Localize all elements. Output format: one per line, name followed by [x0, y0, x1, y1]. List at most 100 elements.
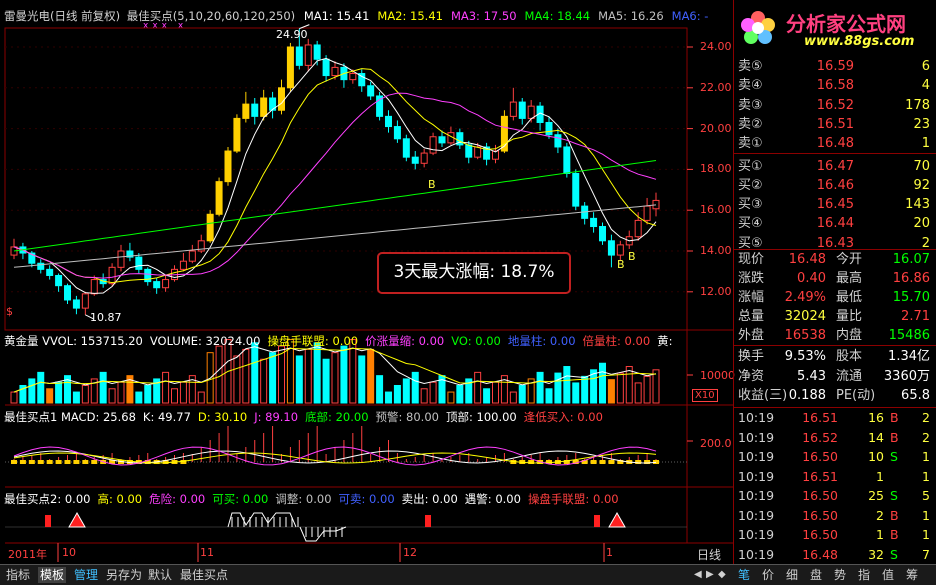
stat-label: 最低	[836, 290, 863, 305]
tick-time: 10:19	[738, 507, 775, 523]
tab-default[interactable]: 默认	[146, 567, 174, 583]
ob-price: 16.51	[816, 116, 854, 132]
candle-up	[260, 97, 268, 117]
candle-up	[286, 46, 294, 89]
volume-bar	[447, 391, 455, 404]
tab-indicator[interactable]: 指标	[4, 567, 32, 583]
tab-template[interactable]: 模板	[38, 567, 67, 583]
ask-row[interactable]: 卖① 16.48 1	[736, 134, 930, 153]
rtab-4[interactable]: 势	[834, 567, 846, 583]
tick-row: 10:19 16.50 1 B 1	[738, 525, 930, 544]
scroll-right-icon[interactable]: ▶	[706, 569, 714, 580]
candle-down	[438, 136, 446, 144]
tab-best-buy[interactable]: 最佳买点	[178, 567, 230, 583]
tick-time: 10:19	[738, 410, 775, 425]
tick-volume: 32	[868, 546, 884, 562]
high-price-label: 24.90	[276, 28, 308, 41]
tick-count: 7	[922, 546, 930, 562]
tab-manage[interactable]: 管理	[72, 567, 100, 583]
rtab-5[interactable]: 指	[858, 567, 870, 583]
bid-row[interactable]: 买① 16.47 70	[736, 157, 930, 176]
site-logo[interactable]: 分析家公式网 www.88gs.com	[738, 4, 932, 54]
kline-chart[interactable]	[0, 0, 736, 564]
signal-hdr-item: 操盘手联盟: 0.00	[527, 492, 619, 506]
volume-bar	[367, 348, 375, 404]
ob-price: 16.47	[816, 158, 854, 174]
period-label[interactable]: 日线	[697, 546, 721, 563]
candle-up	[474, 146, 482, 158]
candle-down	[545, 121, 553, 136]
bid-row[interactable]: 买④ 16.44 20	[736, 214, 930, 233]
volume-bar	[295, 355, 303, 404]
stats-divider-top	[734, 249, 936, 250]
tick-side: S	[890, 449, 898, 464]
bottom-toolbar: 指标 模板 管理 另存为 默认 最佳买点 ◀ ▶ ◆ 笔 价 细 盘 势 指 值…	[0, 564, 936, 585]
volume-axis-label: 10000	[700, 369, 735, 382]
ob-label: 卖②	[738, 116, 763, 132]
candle-down	[599, 226, 606, 242]
tick-side: S	[890, 546, 898, 562]
volume-bar	[634, 382, 642, 404]
candle-down	[402, 138, 410, 158]
volume-hdr-item: VO: 0.00	[451, 334, 501, 348]
rtab-1[interactable]: 价	[762, 567, 774, 583]
volume-bar	[420, 388, 428, 404]
volume-panel-header: 黄金量 VVOL: 153715.20 VOLUME: 32024.00 操盘手联盟…	[4, 334, 673, 348]
rtab-6[interactable]: 值	[882, 567, 894, 583]
tick-side: B	[890, 429, 899, 445]
ob-label: 买④	[738, 216, 763, 232]
stat-label: 最高	[836, 271, 863, 286]
stat-label: PE(动)	[836, 388, 876, 403]
macd-hdr-item: 顶部: 100.00	[445, 410, 517, 424]
volume-bar	[197, 391, 205, 404]
ob-price: 16.59	[816, 59, 854, 74]
ask-row[interactable]: 卖④ 16.58 4	[736, 76, 930, 95]
ask-row[interactable]: 卖③ 16.52 178	[736, 96, 930, 115]
tab-save-as[interactable]: 另存为	[104, 567, 144, 583]
rtab-0[interactable]: 笔	[738, 567, 750, 583]
kdj-dot	[73, 460, 80, 464]
stat-row: 涨跌 0.40 最高 16.86	[736, 270, 930, 288]
volume-bar	[260, 358, 268, 404]
expand-icon[interactable]: ◆	[718, 569, 726, 580]
tick-count: 1	[922, 468, 930, 484]
volume-bar	[652, 369, 660, 404]
price-tick-label: 14.00	[700, 244, 732, 257]
stat-value: 3360万	[883, 368, 930, 384]
candle-down	[465, 144, 473, 158]
bid-row[interactable]: 买② 16.46 92	[736, 176, 930, 195]
volume-bar	[402, 378, 410, 404]
volume-bar	[117, 381, 125, 404]
volume-bar	[55, 381, 63, 404]
volume-bar	[393, 384, 401, 404]
candle-down	[313, 44, 321, 60]
stat-label: 涨跌	[738, 271, 765, 286]
stat-label: 量比	[836, 309, 863, 324]
stat-value: 16538	[784, 328, 826, 343]
stat-row: 外盘 16538 内盘 15486	[736, 327, 930, 345]
bid-row[interactable]: 买③ 16.45 143	[736, 195, 930, 214]
volume-bar	[171, 388, 178, 404]
signal-wave	[299, 526, 347, 542]
scroll-left-icon[interactable]: ◀	[694, 569, 702, 580]
kdj-dot	[28, 460, 35, 464]
tick-price: 16.50	[802, 527, 838, 542]
ob-volume: 4	[921, 78, 930, 94]
tick-price: 16.50	[802, 488, 838, 503]
stat-label: 总量	[738, 309, 765, 324]
stat-value: 0.188	[788, 388, 826, 403]
date-label-jan: 1	[606, 546, 613, 559]
candle-down	[46, 268, 54, 276]
rtab-2[interactable]: 细	[786, 567, 798, 583]
tick-volume: 16	[868, 410, 884, 425]
ask-row[interactable]: 卖⑤ 16.59 6	[736, 57, 930, 76]
rtab-7[interactable]: 筹	[906, 567, 918, 583]
volume-bar	[242, 348, 250, 404]
ob-volume: 1	[921, 136, 930, 152]
rtab-3[interactable]: 盘	[810, 567, 822, 583]
stat-value: 16.07	[892, 252, 930, 267]
candle-down	[153, 281, 161, 289]
tick-count: 5	[922, 488, 930, 503]
volume-bar	[429, 381, 437, 404]
ask-row[interactable]: 卖② 16.51 23	[736, 115, 930, 134]
